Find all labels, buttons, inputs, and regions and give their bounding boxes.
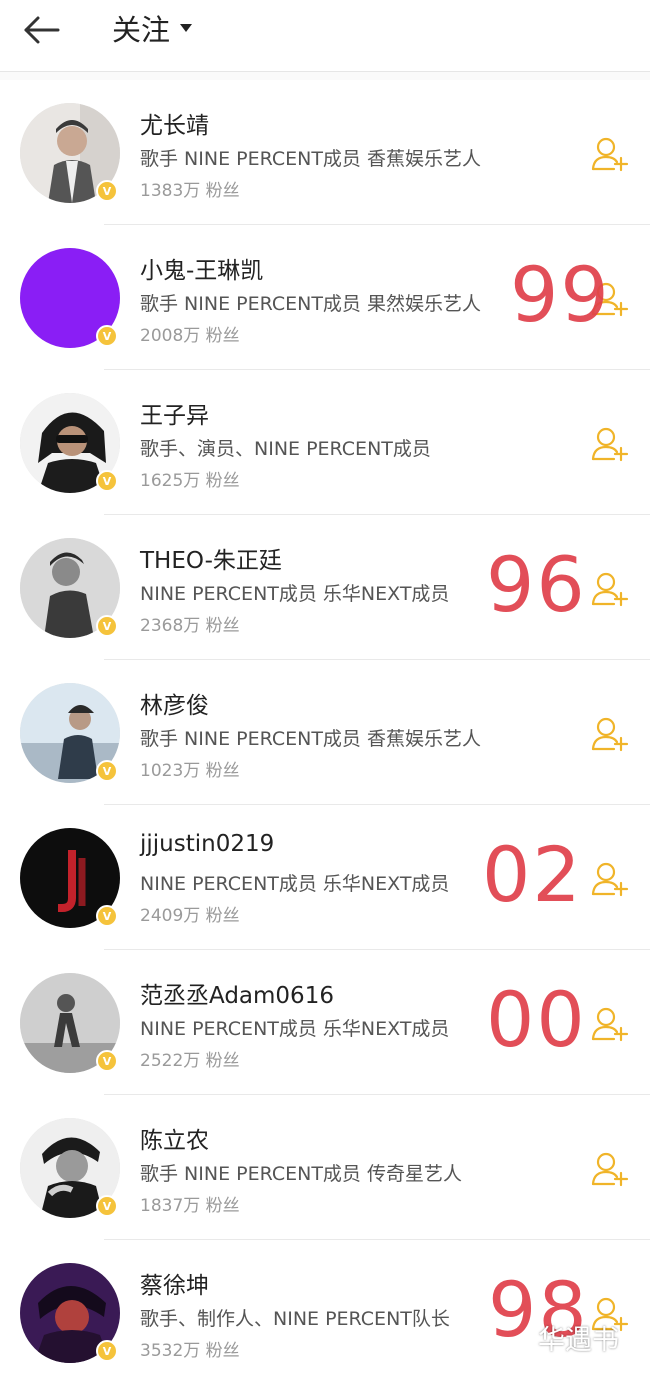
list-item[interactable]: V THEO-朱正廷 NINE PERCENT成员 乐华NEXT成员 2368万… bbox=[0, 515, 650, 660]
verified-v-icon: V bbox=[96, 1340, 118, 1362]
follow-button[interactable] bbox=[590, 571, 630, 607]
fan-count: 1837万 粉丝 bbox=[140, 1196, 240, 1216]
user-name[interactable]: 小鬼-王琳凯 bbox=[140, 251, 263, 285]
follow-button[interactable] bbox=[590, 136, 630, 172]
user-description: 歌手 NINE PERCENT成员 果然娱乐艺人 bbox=[140, 293, 481, 315]
fan-count: 1023万 粉丝 bbox=[140, 761, 240, 781]
add-user-icon bbox=[591, 1007, 629, 1042]
title-dropdown[interactable]: 关注 bbox=[112, 8, 193, 48]
fan-count: 1625万 粉丝 bbox=[140, 471, 240, 491]
list-item[interactable]: V 王子异 歌手、演员、NINE PERCENT成员 1625万 粉丝 bbox=[0, 370, 650, 515]
verified-v-icon: V bbox=[96, 760, 118, 782]
follow-button[interactable] bbox=[590, 426, 630, 462]
verified-v-icon: V bbox=[96, 905, 118, 927]
user-name[interactable]: 尤长靖 bbox=[140, 106, 209, 140]
list-item[interactable]: V jjjustin0219 NINE PERCENT成员 乐华NEXT成员 2… bbox=[0, 805, 650, 950]
add-user-icon bbox=[591, 137, 629, 172]
follow-button[interactable] bbox=[590, 716, 630, 752]
user-description: NINE PERCENT成员 乐华NEXT成员 bbox=[140, 583, 450, 605]
user-name[interactable]: 范丞丞Adam0616 bbox=[140, 976, 334, 1010]
list-item[interactable]: V 小鬼-王琳凯 歌手 NINE PERCENT成员 果然娱乐艺人 2008万 … bbox=[0, 225, 650, 370]
add-user-icon bbox=[591, 717, 629, 752]
back-button[interactable] bbox=[20, 10, 64, 50]
fan-count: 2409万 粉丝 bbox=[140, 906, 240, 926]
add-user-icon bbox=[591, 427, 629, 462]
list-item[interactable]: V 范丞丞Adam0616 NINE PERCENT成员 乐华NEXT成员 25… bbox=[0, 950, 650, 1095]
user-name[interactable]: 蔡徐坤 bbox=[140, 1266, 209, 1300]
caret-down-icon bbox=[180, 24, 193, 32]
watermark: 华遇书 bbox=[538, 1325, 619, 1356]
list-item[interactable]: V 陈立农 歌手 NINE PERCENT成员 传奇星艺人 1837万 粉丝 bbox=[0, 1095, 650, 1240]
following-list: V 尤长靖 歌手 NINE PERCENT成员 香蕉娱乐艺人 1383万 粉丝 … bbox=[0, 80, 650, 1373]
follow-button[interactable] bbox=[590, 1151, 630, 1187]
user-description: NINE PERCENT成员 乐华NEXT成员 bbox=[140, 873, 450, 895]
top-bar: 关注 bbox=[0, 0, 650, 72]
user-name[interactable]: THEO-朱正廷 bbox=[140, 541, 282, 575]
add-user-icon bbox=[591, 1152, 629, 1187]
verified-v-icon: V bbox=[96, 180, 118, 202]
user-description: 歌手、制作人、NINE PERCENT队长 bbox=[140, 1308, 450, 1330]
verified-v-icon: V bbox=[96, 1195, 118, 1217]
fan-count: 2368万 粉丝 bbox=[140, 616, 240, 636]
verified-v-icon: V bbox=[96, 470, 118, 492]
follow-button[interactable] bbox=[590, 861, 630, 897]
user-description: 歌手、演员、NINE PERCENT成员 bbox=[140, 438, 431, 460]
verified-v-icon: V bbox=[96, 615, 118, 637]
user-description: 歌手 NINE PERCENT成员 香蕉娱乐艺人 bbox=[140, 728, 481, 750]
user-description: NINE PERCENT成员 乐华NEXT成员 bbox=[140, 1018, 450, 1040]
overlay-number: 02 bbox=[482, 830, 583, 919]
fan-count: 1383万 粉丝 bbox=[140, 181, 240, 201]
add-user-icon bbox=[591, 862, 629, 897]
list-item[interactable]: V 尤长靖 歌手 NINE PERCENT成员 香蕉娱乐艺人 1383万 粉丝 bbox=[0, 80, 650, 225]
following-page: 关注 V 尤长靖 歌手 NINE PERCENT成员 香蕉娱乐艺人 1383万 … bbox=[0, 0, 650, 1373]
fan-count: 2008万 粉丝 bbox=[140, 326, 240, 346]
user-name[interactable]: 陈立农 bbox=[140, 1121, 209, 1155]
verified-v-icon: V bbox=[96, 1050, 118, 1072]
fan-count: 3532万 粉丝 bbox=[140, 1341, 240, 1361]
verified-v-icon: V bbox=[96, 325, 118, 347]
arrow-left-icon bbox=[24, 16, 60, 44]
overlay-number: 00 bbox=[486, 975, 587, 1064]
user-name[interactable]: 林彦俊 bbox=[140, 686, 209, 720]
page-title: 关注 bbox=[112, 13, 171, 47]
user-description: 歌手 NINE PERCENT成员 传奇星艺人 bbox=[140, 1163, 462, 1185]
user-name[interactable]: 王子异 bbox=[140, 396, 209, 430]
overlay-number: 99 bbox=[510, 250, 611, 339]
list-item[interactable]: V 林彦俊 歌手 NINE PERCENT成员 香蕉娱乐艺人 1023万 粉丝 bbox=[0, 660, 650, 805]
fan-count: 2522万 粉丝 bbox=[140, 1051, 240, 1071]
add-user-icon bbox=[591, 572, 629, 607]
user-description: 歌手 NINE PERCENT成员 香蕉娱乐艺人 bbox=[140, 148, 481, 170]
overlay-number: 96 bbox=[486, 540, 587, 629]
follow-button[interactable] bbox=[590, 1006, 630, 1042]
user-name[interactable]: jjjustin0219 bbox=[140, 831, 274, 857]
